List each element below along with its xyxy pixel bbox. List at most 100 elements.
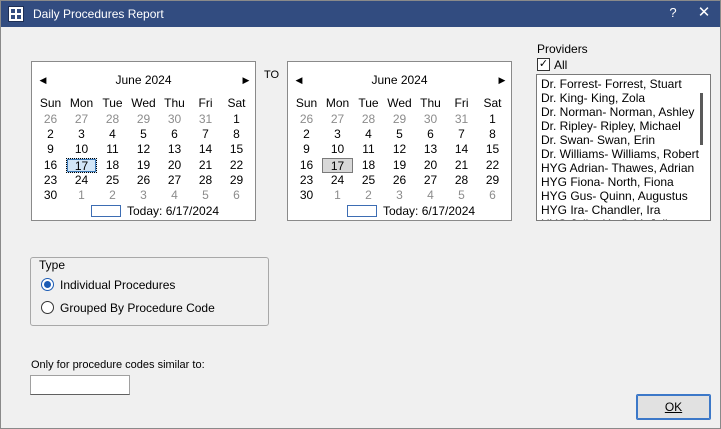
calendar-day[interactable]: 3	[128, 188, 159, 203]
calendar-day[interactable]: 26	[128, 173, 159, 188]
today-label[interactable]: Today: 6/17/2024	[383, 204, 475, 218]
calendar-day[interactable]: 26	[384, 173, 415, 188]
calendar-day[interactable]: 25	[97, 173, 128, 188]
calendar-day[interactable]: 31	[446, 112, 477, 127]
provider-list-item[interactable]: Dr. Ripley- Ripley, Michael	[541, 119, 681, 133]
calendar-day[interactable]: 16	[35, 158, 66, 173]
calendar-day[interactable]: 25	[353, 173, 384, 188]
calendar-day[interactable]: 5	[384, 127, 415, 142]
calendar-day[interactable]: 1	[322, 188, 353, 203]
to-date-calendar[interactable]: ◀ June 2024 ▶ Sun Mon Tue Wed Thu Fri Sat 26 27…	[287, 61, 512, 221]
calendar-day[interactable]: 8	[221, 127, 252, 142]
calendar-day[interactable]: 4	[159, 188, 190, 203]
calendar-day[interactable]: 12	[128, 142, 159, 157]
calendar-day[interactable]: 27	[66, 112, 97, 127]
calendar-day[interactable]: 6	[477, 188, 508, 203]
calendar-day[interactable]: 2	[97, 188, 128, 203]
calendar-day[interactable]: 3	[66, 127, 97, 142]
calendar-day[interactable]: 2	[353, 188, 384, 203]
calendar-day[interactable]: 28	[353, 112, 384, 127]
calendar-day[interactable]: 20	[415, 158, 446, 173]
calendar-day[interactable]: 28	[190, 173, 221, 188]
calendar-day[interactable]: 19	[384, 158, 415, 173]
provider-list-item[interactable]: Dr. Forrest- Forrest, Stuart	[541, 77, 682, 91]
calendar-day[interactable]: 15	[221, 142, 252, 157]
calendar-day[interactable]: 12	[384, 142, 415, 157]
procedure-codes-input[interactable]	[30, 375, 130, 395]
provider-list-item[interactable]: HYG Adrian- Thawes, Adrian	[541, 161, 694, 175]
individual-procedures-label[interactable]: Individual Procedures	[60, 278, 175, 292]
calendar-day[interactable]: 7	[190, 127, 221, 142]
provider-list-item[interactable]: Dr. Williams- Williams, Robert	[541, 147, 699, 161]
calendar-day[interactable]: 21	[190, 158, 221, 173]
calendar-day[interactable]: 19	[128, 158, 159, 173]
calendar-day[interactable]: 29	[477, 173, 508, 188]
calendar-day[interactable]: 13	[159, 142, 190, 157]
calendar-day[interactable]: 2	[35, 127, 66, 142]
calendar-day[interactable]: 3	[322, 127, 353, 142]
calendar-day[interactable]: 14	[190, 142, 221, 157]
calendar-day[interactable]: 9	[35, 142, 66, 157]
calendar-day[interactable]: 5	[446, 188, 477, 203]
calendar-day[interactable]: 8	[477, 127, 508, 142]
calendar-day[interactable]: 18	[97, 158, 128, 173]
today-label[interactable]: Today: 6/17/2024	[127, 204, 219, 218]
calendar-day[interactable]: 29	[384, 112, 415, 127]
next-month-arrow-icon[interactable]: ▶	[495, 72, 509, 88]
all-providers-label[interactable]: All	[554, 58, 567, 72]
calendar-day[interactable]: 29	[221, 173, 252, 188]
help-button[interactable]: ?	[665, 5, 681, 23]
calendar-day[interactable]: 24	[322, 173, 353, 188]
provider-list-item[interactable]: Dr. Swan- Swan, Erin	[541, 133, 655, 147]
provider-list-item[interactable]: Dr. Norman- Norman, Ashley	[541, 105, 694, 119]
calendar-day[interactable]: 1	[221, 112, 252, 127]
calendar-day[interactable]: 11	[353, 142, 384, 157]
calendar-day[interactable]: 4	[353, 127, 384, 142]
scrollbar-thumb[interactable]	[700, 93, 703, 145]
calendar-day[interactable]: 27	[159, 173, 190, 188]
calendar-day[interactable]: 3	[384, 188, 415, 203]
provider-list-item[interactable]: HYG Julie- Hatfield, Julie	[541, 217, 674, 220]
calendar-day[interactable]: 26	[291, 112, 322, 127]
calendar-day[interactable]: 29	[128, 112, 159, 127]
calendar-day[interactable]: 18	[353, 158, 384, 173]
calendar-day[interactable]: 26	[35, 112, 66, 127]
calendar-day[interactable]: 27	[415, 173, 446, 188]
calendar-day[interactable]: 10	[322, 142, 353, 157]
grouped-by-code-label[interactable]: Grouped By Procedure Code	[60, 301, 215, 315]
calendar-day[interactable]: 22	[477, 158, 508, 173]
providers-listbox[interactable]: HYG Julie- Hatfield, JulieHYG Ira- Chand…	[536, 74, 711, 221]
next-month-arrow-icon[interactable]: ▶	[239, 72, 253, 88]
calendar-day[interactable]: 20	[159, 158, 190, 173]
calendar-day[interactable]: 28	[446, 173, 477, 188]
calendar-day[interactable]: 30	[415, 112, 446, 127]
calendar-day[interactable]: 1	[477, 112, 508, 127]
calendar-day[interactable]: 16	[291, 158, 322, 173]
calendar-day[interactable]: 28	[97, 112, 128, 127]
calendar-day[interactable]: 5	[128, 127, 159, 142]
close-button[interactable]: ✕	[695, 5, 713, 23]
calendar-day[interactable]: 11	[97, 142, 128, 157]
calendar-day[interactable]: 1	[66, 188, 97, 203]
today-row[interactable]: Today: 6/17/2024	[32, 204, 255, 218]
provider-list-item[interactable]: Dr. King- King, Zola	[541, 91, 645, 105]
calendar-day[interactable]: 22	[221, 158, 252, 173]
calendar-day[interactable]: 21	[446, 158, 477, 173]
calendar-day[interactable]: 13	[415, 142, 446, 157]
calendar-day[interactable]: 6	[221, 188, 252, 203]
calendar-day[interactable]: 30	[159, 112, 190, 127]
all-providers-checkbox[interactable]: ✓	[537, 58, 550, 71]
calendar-day[interactable]: 23	[291, 173, 322, 188]
calendar-day[interactable]: 23	[35, 173, 66, 188]
today-row[interactable]: Today: 6/17/2024	[288, 204, 511, 218]
calendar-day[interactable]: 4	[415, 188, 446, 203]
from-date-calendar[interactable]: ◀ June 2024 ▶ Sun Mon Tue Wed Thu Fri Sat 26 27…	[31, 61, 256, 221]
calendar-day[interactable]: 14	[446, 142, 477, 157]
calendar-day[interactable]: 31	[190, 112, 221, 127]
calendar-day[interactable]: 6	[159, 127, 190, 142]
calendar-day[interactable]: 24	[66, 173, 97, 188]
calendar-day[interactable]: 7	[446, 127, 477, 142]
calendar-day[interactable]: 6	[415, 127, 446, 142]
calendar-day[interactable]: 5	[190, 188, 221, 203]
provider-list-item[interactable]: HYG Ira- Chandler, Ira	[541, 203, 660, 217]
